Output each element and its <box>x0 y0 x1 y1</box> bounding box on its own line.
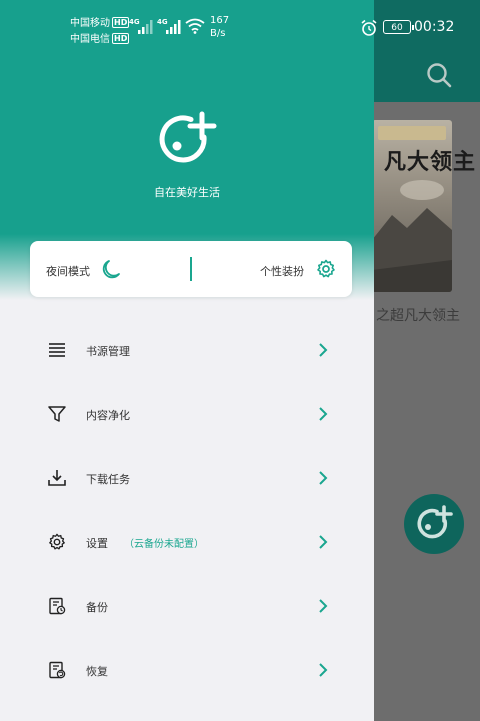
app-logo-icon <box>159 111 217 163</box>
menu-item-backup[interactable]: 备份 <box>0 587 374 627</box>
menu-item-content-purify[interactable]: 内容净化 <box>0 395 374 435</box>
cloud-backup-status: （云备份未配置） <box>124 539 204 550</box>
menu-label: 设置 <box>86 537 108 550</box>
settings-gear-icon <box>317 259 335 278</box>
hd-badge: HD <box>112 33 130 44</box>
net-speed-value: 167 <box>210 15 230 26</box>
carrier-2: 中国电信 HD <box>70 30 130 45</box>
carrier-2-name: 中国电信 <box>70 34 110 45</box>
navigation-drawer: 自在美好生活 夜间模式 个性装扮 书源管理 内容净化 下载任务 设置 （云备份未… <box>0 0 374 721</box>
menu-label: 书源管理 <box>86 345 130 358</box>
list-icon <box>49 343 65 357</box>
book-title[interactable]: 之超凡大领主 <box>376 305 460 325</box>
battery-icon: 60 <box>383 20 414 34</box>
wifi-icon <box>185 18 205 34</box>
restore-icon <box>49 661 66 679</box>
alarm-icon <box>361 19 377 36</box>
menu-item-download-tasks[interactable]: 下载任务 <box>0 459 374 499</box>
search-icon[interactable] <box>426 62 452 88</box>
carrier-1: 中国移动 HD <box>70 14 130 29</box>
menu-label: 恢复 <box>86 665 108 678</box>
chevron-right-icon <box>319 343 328 357</box>
chevron-right-icon <box>319 407 328 421</box>
backup-icon <box>49 597 66 615</box>
carrier-1-name: 中国移动 <box>70 18 110 29</box>
chevron-right-icon <box>319 535 328 549</box>
night-mode-label: 夜间模式 <box>46 265 90 278</box>
theme-settings-button[interactable]: 个性装扮 <box>192 241 352 297</box>
add-source-fab[interactable] <box>404 494 464 554</box>
moon-icon <box>102 260 120 279</box>
add-source-fab-icon <box>417 505 453 539</box>
chevron-right-icon <box>319 471 328 485</box>
status-bar: 中国移动 HD 中国电信 HD 4G 4G 167 B/s 60 00:32 <box>0 0 480 56</box>
menu-item-restore[interactable]: 恢复 <box>0 651 374 691</box>
quick-settings-card: 夜间模式 个性装扮 <box>30 241 352 297</box>
hd-badge: HD <box>112 17 130 28</box>
menu-label: 内容净化 <box>86 409 130 422</box>
filter-icon <box>48 406 66 422</box>
app-slogan: 自在美好生活 <box>154 186 220 199</box>
cover-title: 凡大领主 <box>384 150 477 175</box>
theme-label: 个性装扮 <box>260 265 304 278</box>
net-speed-unit: B/s <box>210 28 226 39</box>
signal-icon <box>138 20 153 34</box>
night-mode-toggle[interactable]: 夜间模式 <box>30 241 190 297</box>
chevron-right-icon <box>319 599 328 613</box>
cover-banner <box>378 126 446 140</box>
menu-label: 备份 <box>86 601 108 614</box>
menu-label: 下载任务 <box>86 473 130 486</box>
menu-item-source-management[interactable]: 书源管理 <box>0 331 374 371</box>
gear-icon <box>49 533 65 550</box>
menu-item-settings[interactable]: 设置 （云备份未配置） <box>0 523 374 563</box>
chevron-right-icon <box>319 663 328 677</box>
clock: 00:32 <box>414 19 455 35</box>
signal-icon <box>166 20 181 34</box>
download-icon <box>48 470 66 486</box>
